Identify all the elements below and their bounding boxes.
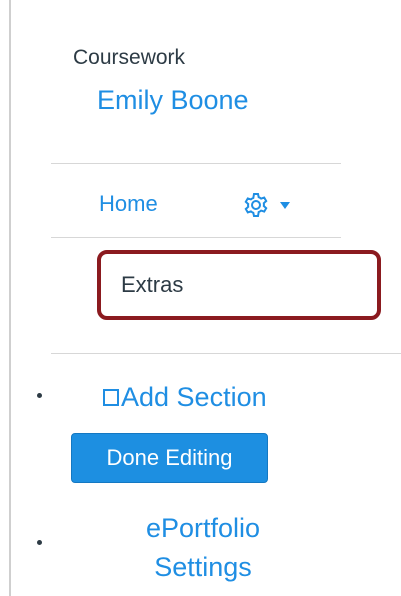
sidebar-item-home[interactable]: Home [99,191,158,217]
checkbox-outline-icon [103,388,119,406]
sidebar-item-extras[interactable]: Extras [97,250,381,320]
divider [51,237,341,238]
done-editing-button[interactable]: Done Editing [71,433,268,483]
eportfolio-sidebar: Coursework Emily Boone Home Extras Add S… [0,0,401,596]
owner-name-link[interactable]: Emily Boone [97,84,249,116]
list-bullet [37,540,42,545]
eportfolio-settings-line2: Settings [154,552,252,582]
divider [51,353,401,354]
eportfolio-settings-line1: ePortfolio [145,513,261,543]
chevron-down-icon [280,201,290,209]
gear-icon [243,192,269,218]
section-settings-button[interactable] [243,190,315,220]
sidebar-border [9,0,11,596]
list-bullet [37,393,42,398]
divider [51,163,341,164]
sidebar-item-label: Extras [121,272,184,297]
eportfolio-settings-link[interactable]: ePortfolio Settings [103,509,303,587]
add-section-label: Add Section [121,382,267,412]
owner-label: Coursework [73,46,186,69]
add-section-link[interactable]: Add Section [103,381,267,413]
